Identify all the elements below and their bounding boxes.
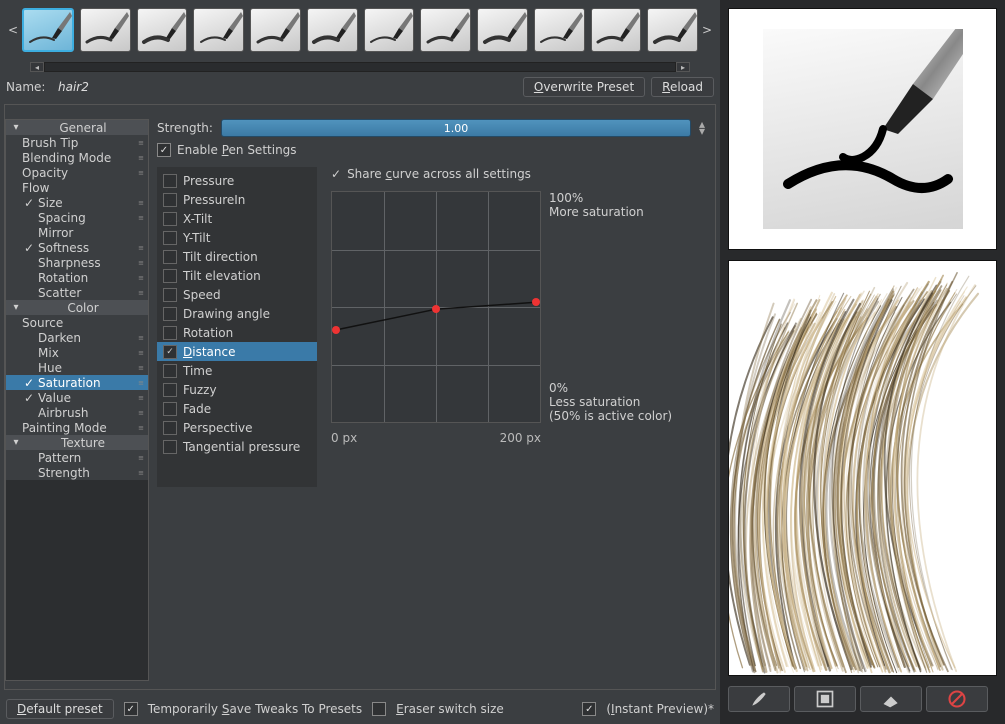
tree-item[interactable]: Mix≡ <box>6 345 148 360</box>
tree-item[interactable]: ✓Size≡ <box>6 195 148 210</box>
tree-item[interactable]: ✓Value≡ <box>6 390 148 405</box>
enable-pen-checkbox[interactable]: ✓ <box>157 143 171 157</box>
preset-thumb[interactable] <box>193 8 244 52</box>
sensor-item[interactable]: Perspective <box>157 418 317 437</box>
sensor-item[interactable]: Time <box>157 361 317 380</box>
tree-item[interactable]: Source <box>6 315 148 330</box>
strength-spinner[interactable]: ▴▾ <box>699 121 705 135</box>
clear-icon <box>947 689 967 709</box>
preset-thumb[interactable] <box>477 8 528 52</box>
tree-item[interactable]: Darken≡ <box>6 330 148 345</box>
scratchpad-gradient-button[interactable] <box>860 686 922 712</box>
temp-save-label: Temporarily Save Tweaks To Presets <box>148 702 362 716</box>
scratchpad[interactable] <box>728 260 997 676</box>
preset-thumb[interactable] <box>137 8 188 52</box>
curve-editor[interactable] <box>331 191 541 423</box>
preset-prev-button[interactable]: < <box>4 23 22 37</box>
instant-preview-label: (Instant Preview)* <box>606 702 714 716</box>
name-label: Name: <box>6 80 48 94</box>
brush-preset-strip <box>22 8 698 52</box>
sensor-item[interactable]: Pressure <box>157 171 317 190</box>
sensor-item[interactable]: Tangential pressure <box>157 437 317 456</box>
sensor-list: PressurePressureInX-TiltY-TiltTilt direc… <box>157 167 317 487</box>
curve-xmax-label: 200 px <box>500 431 541 445</box>
share-curve-checkbox[interactable]: ✓ <box>331 167 341 181</box>
fill-layer-icon <box>815 689 835 709</box>
tree-item[interactable]: Flow <box>6 180 148 195</box>
sensor-item[interactable]: Drawing angle <box>157 304 317 323</box>
preset-thumb[interactable] <box>420 8 471 52</box>
curve-point[interactable] <box>332 326 340 334</box>
preset-thumb[interactable] <box>534 8 585 52</box>
tree-item[interactable]: Spacing≡ <box>6 210 148 225</box>
sensor-item[interactable]: PressureIn <box>157 190 317 209</box>
curve-point[interactable] <box>432 305 440 313</box>
curve-bottom-sub1: Less saturation <box>549 395 672 409</box>
share-curve-label: Share curve across all settings <box>347 167 531 181</box>
tree-item[interactable]: Scatter≡ <box>6 285 148 300</box>
scratchpad-brush-button[interactable] <box>728 686 790 712</box>
curve-bottom-label: 0% <box>549 381 672 395</box>
scroll-left-button[interactable]: ◂ <box>30 62 44 72</box>
tree-item[interactable]: Airbrush≡ <box>6 405 148 420</box>
sensor-item[interactable]: Y-Tilt <box>157 228 317 247</box>
sensor-item[interactable]: Fuzzy <box>157 380 317 399</box>
strength-label: Strength: <box>157 121 213 135</box>
enable-pen-label: Enable Pen Settings <box>177 143 297 157</box>
sensor-item[interactable]: ✓Distance <box>157 342 317 361</box>
tree-section[interactable]: ▾Color <box>6 300 148 315</box>
options-tree: ▾GeneralBrush Tip≡Blending Mode≡Opacity≡… <box>5 119 149 681</box>
preset-thumb[interactable] <box>647 8 698 52</box>
eraser-icon <box>881 689 901 709</box>
tree-item[interactable]: ✓Softness≡ <box>6 240 148 255</box>
tree-section[interactable]: ▾General <box>6 120 148 135</box>
sensor-item[interactable]: Speed <box>157 285 317 304</box>
curve-bottom-sub2: (50% is active color) <box>549 409 672 423</box>
tree-item[interactable]: Hue≡ <box>6 360 148 375</box>
tree-item[interactable]: Brush Tip≡ <box>6 135 148 150</box>
tree-item[interactable]: Mirror <box>6 225 148 240</box>
tree-item[interactable]: ✓Saturation≡ <box>6 375 148 390</box>
preset-thumb[interactable] <box>80 8 131 52</box>
reload-button[interactable]: Reload <box>651 77 714 97</box>
preset-scrollbar[interactable] <box>44 62 676 72</box>
curve-point[interactable] <box>532 298 540 306</box>
tree-item[interactable]: Sharpness≡ <box>6 255 148 270</box>
temp-save-checkbox[interactable]: ✓ <box>124 702 138 716</box>
brush-tip-preview <box>728 8 997 250</box>
brush-icon <box>749 689 769 709</box>
instant-preview-checkbox[interactable]: ✓ <box>582 702 596 716</box>
preset-name-input[interactable] <box>54 77 517 97</box>
tree-item[interactable]: Pattern≡ <box>6 450 148 465</box>
overwrite-preset-button[interactable]: OOverwrite Presetverwrite Preset <box>523 77 645 97</box>
eraser-switch-label: Eraser switch size <box>396 702 504 716</box>
preset-thumb[interactable] <box>364 8 415 52</box>
preset-thumb[interactable] <box>250 8 301 52</box>
sensor-item[interactable]: Fade <box>157 399 317 418</box>
tree-item[interactable]: Strength≡ <box>6 465 148 480</box>
tree-item[interactable]: Blending Mode≡ <box>6 150 148 165</box>
eraser-switch-checkbox[interactable] <box>372 702 386 716</box>
sensor-item[interactable]: Tilt direction <box>157 247 317 266</box>
tree-item[interactable]: Rotation≡ <box>6 270 148 285</box>
preset-thumb[interactable] <box>22 8 74 52</box>
curve-top-sublabel: More saturation <box>549 205 672 219</box>
scroll-right-button[interactable]: ▸ <box>676 62 690 72</box>
strength-slider[interactable]: 1.00 <box>221 119 691 137</box>
sensor-item[interactable]: X-Tilt <box>157 209 317 228</box>
curve-top-label: 100% <box>549 191 672 205</box>
preset-thumb[interactable] <box>591 8 642 52</box>
sensor-item[interactable]: Tilt elevation <box>157 266 317 285</box>
preset-thumb[interactable] <box>307 8 358 52</box>
sensor-item[interactable]: Rotation <box>157 323 317 342</box>
tree-item[interactable]: Opacity≡ <box>6 165 148 180</box>
preset-next-button[interactable]: > <box>698 23 716 37</box>
tree-item[interactable]: Painting Mode≡ <box>6 420 148 435</box>
tree-section[interactable]: ▾Texture <box>6 435 148 450</box>
scratchpad-clear-button[interactable] <box>926 686 988 712</box>
curve-xmin-label: 0 px <box>331 431 357 445</box>
scratchpad-fill-button[interactable] <box>794 686 856 712</box>
default-preset-button[interactable]: Default preset <box>6 699 114 719</box>
